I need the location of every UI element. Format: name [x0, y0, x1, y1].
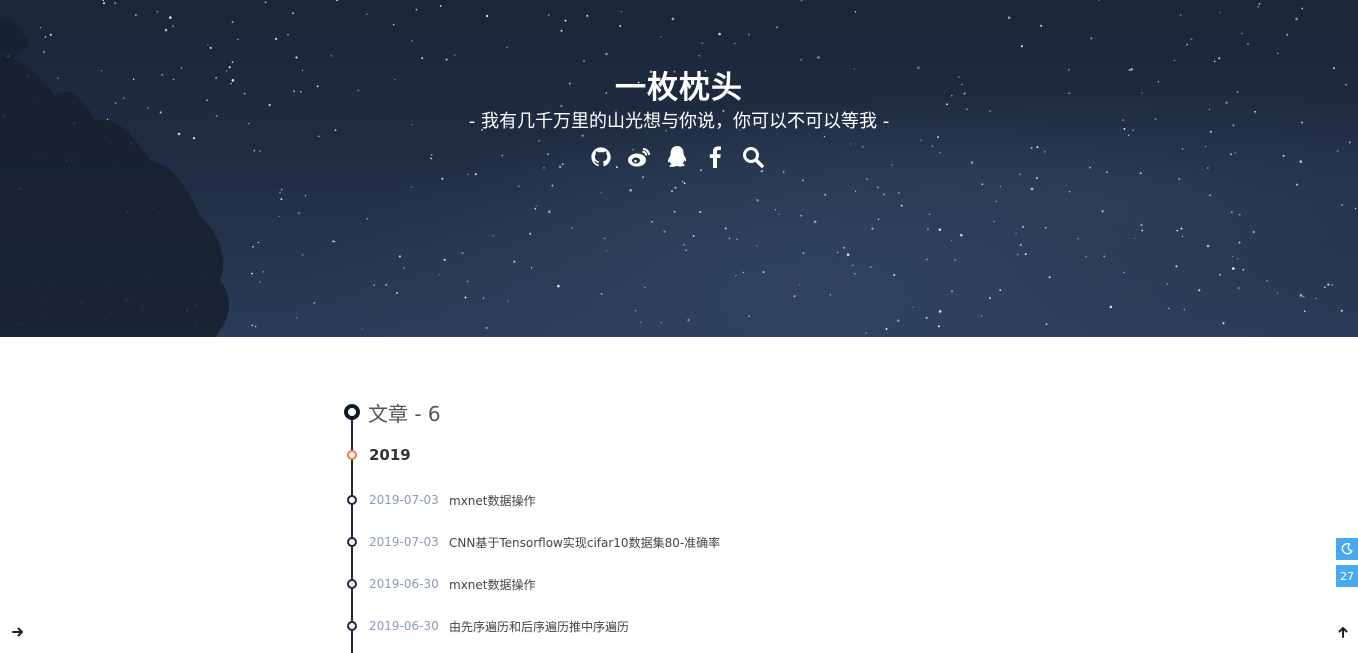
year-label: 2019: [369, 446, 411, 464]
post-date: 2019-07-03: [369, 493, 439, 507]
tree-silhouette: [0, 19, 230, 337]
search-icon[interactable]: [740, 144, 766, 170]
post-date: 2019-07-03: [369, 535, 439, 549]
night-mode-button[interactable]: [1336, 538, 1358, 560]
archive-heading: 文章 - 6: [368, 402, 441, 426]
post-date: 2019-06-30: [369, 577, 439, 591]
list-item: 2019-07-03 CNN基于Tensorflow实现cifar10数据集80…: [347, 532, 720, 552]
post-date: 2019-06-30: [369, 619, 439, 633]
facebook-icon[interactable]: [702, 144, 728, 170]
post-link[interactable]: CNN基于Tensorflow实现cifar10数据集80-准确率: [449, 534, 720, 551]
arrow-right-icon[interactable]: [11, 625, 25, 639]
list-item: 2019-06-30 mxnet数据操作: [347, 574, 536, 594]
post-link[interactable]: 由先序遍历和后序遍历推中序遍历: [449, 618, 629, 635]
post-marker: [347, 537, 357, 547]
post-marker: [347, 579, 357, 589]
github-icon[interactable]: [588, 144, 614, 170]
list-item: 2019-06-30 由先序遍历和后序遍历推中序遍历: [347, 616, 629, 636]
list-item: 2019-07-03 mxnet数据操作: [347, 490, 536, 510]
back-to-top-icon[interactable]: [1336, 625, 1350, 639]
visit-counter-badge[interactable]: 27: [1336, 565, 1358, 587]
weibo-icon[interactable]: [626, 144, 652, 170]
header-banner: 一枚枕头 - 我有几千万里的山光想与你说，你可以不可以等我 -: [0, 0, 1358, 337]
qq-icon[interactable]: [664, 144, 690, 170]
site-title: 一枚枕头: [615, 70, 743, 106]
post-marker: [347, 495, 357, 505]
site-subtitle: - 我有几千万里的山光想与你说，你可以不可以等我 -: [468, 111, 890, 132]
moon-icon: [1341, 543, 1353, 555]
timeline-head-marker: [344, 404, 360, 420]
post-link[interactable]: mxnet数据操作: [449, 492, 536, 509]
post-link[interactable]: mxnet数据操作: [449, 576, 536, 593]
post-marker: [347, 621, 357, 631]
social-links: [588, 144, 766, 170]
year-marker: [347, 450, 357, 460]
